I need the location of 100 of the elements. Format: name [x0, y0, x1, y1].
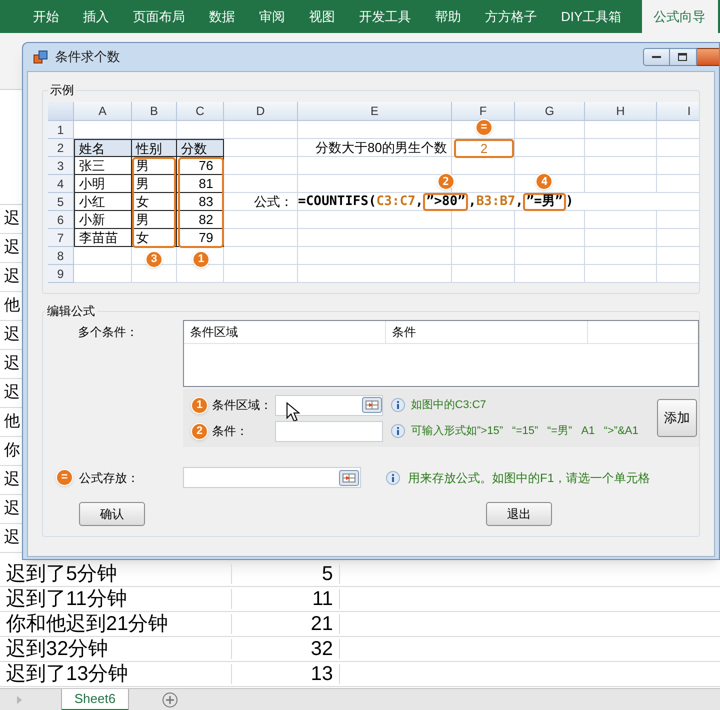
ribbon-tab[interactable]: 数据	[197, 0, 247, 33]
close-button[interactable]	[697, 48, 719, 66]
formula-text: )	[566, 192, 574, 211]
sheet-cell: 76	[177, 157, 224, 175]
column-header[interactable]: A	[74, 102, 132, 121]
sheet-cell	[585, 229, 657, 247]
sheet-cell: 分数	[177, 139, 224, 157]
maximize-button[interactable]	[670, 48, 697, 66]
cell-text: 迟到了5分钟	[0, 564, 232, 584]
cell-text: 迟	[4, 356, 20, 372]
cell-text: 迟到了13分钟	[0, 664, 232, 684]
ribbon-tab[interactable]: 审阅	[247, 0, 297, 33]
row-header[interactable]: 4	[48, 175, 74, 193]
sheet-cell	[515, 265, 585, 283]
number-badge: 4	[536, 172, 553, 190]
cell-text: 迟	[4, 211, 20, 227]
add-sheet-icon[interactable]	[162, 692, 178, 708]
cell-text: 迟	[4, 530, 20, 546]
cell-text: 迟	[4, 327, 20, 343]
sheet-tab[interactable]: Sheet6	[61, 688, 129, 710]
list-column-header[interactable]: 条件区域	[184, 321, 386, 344]
input-field[interactable]	[183, 467, 361, 488]
cell-text: 11	[232, 589, 340, 609]
conditions-list[interactable]: 条件区域 条件	[183, 320, 699, 387]
input-field[interactable]	[275, 420, 383, 442]
maximize-icon	[678, 52, 688, 62]
ribbon-tab[interactable]: 开发工具	[347, 0, 423, 33]
sheet-cell	[585, 121, 657, 139]
list-column-header[interactable]: 条件	[386, 321, 588, 344]
info-icon	[391, 398, 405, 412]
formula-text: =COUNTIFS(	[298, 192, 376, 211]
number-badge: 1	[191, 396, 208, 414]
sheet-cell: 性别	[132, 139, 177, 157]
sheet-cell	[515, 229, 585, 247]
formula-text: ,	[515, 192, 524, 211]
row-header[interactable]: 5	[48, 193, 74, 211]
sheet-cell: 女	[132, 229, 177, 247]
sheet-cell	[515, 247, 585, 265]
row-header[interactable]: 9	[48, 265, 74, 283]
sheet-cell: 79	[177, 229, 224, 247]
add-button[interactable]: 添加	[657, 399, 697, 437]
cell-text: 迟到了11分钟	[0, 589, 232, 609]
sheet-cell: 82	[177, 211, 224, 229]
sheet-cell: 小新	[74, 211, 132, 229]
hint-text: 可输入形式如”>15” “=15” “=男” A1 “>”&A1	[411, 424, 638, 439]
ribbon-tab[interactable]: DIY工具箱	[549, 0, 634, 33]
minimize-button[interactable]	[643, 48, 670, 66]
column-header[interactable]: F	[452, 102, 515, 121]
cell-text: 迟到32分钟	[0, 639, 232, 659]
column-header[interactable]: B	[132, 102, 177, 121]
sheet-cell: 81	[177, 175, 224, 193]
sheet-cell: 男	[132, 175, 177, 193]
sheet-cell	[452, 247, 515, 265]
sheet-cell: 分数大于80的男生个数	[298, 139, 452, 157]
sheet-cell	[452, 265, 515, 283]
cell-text: 迟	[4, 269, 20, 285]
app-icon	[33, 50, 49, 64]
sheet-cell: 姓名	[74, 139, 132, 157]
range-picker-icon[interactable]	[362, 397, 382, 413]
sheet-cell: 小红	[74, 193, 132, 211]
column-header[interactable]: D	[224, 102, 298, 121]
window-title: 条件求个数	[55, 48, 120, 66]
column-header[interactable]: C	[177, 102, 224, 121]
cell-reference: C3:C7	[376, 192, 416, 211]
row-header[interactable]: 6	[48, 211, 74, 229]
sheet-cell: 男	[132, 157, 177, 175]
group-title: 编辑公式	[46, 303, 96, 320]
sheet-cell	[585, 139, 657, 157]
sheet-cell	[452, 139, 515, 157]
cell-text: 32	[232, 639, 340, 659]
row-header[interactable]: 8	[48, 247, 74, 265]
ribbon-tab[interactable]: 方方格子	[473, 0, 549, 33]
ribbon-tab[interactable]: 开始	[21, 0, 71, 33]
number-badge: 2	[437, 172, 454, 190]
cell-text: 迟	[4, 501, 20, 517]
info-icon	[391, 424, 405, 438]
row-header[interactable]: 2	[48, 139, 74, 157]
range-picker-icon[interactable]	[339, 470, 359, 486]
cell-text: 5	[232, 564, 340, 584]
cell-text: 他	[4, 414, 20, 430]
formula-text: ,	[468, 192, 476, 211]
sheet-cell	[515, 139, 585, 157]
row-header[interactable]: 3	[48, 157, 74, 175]
row-header[interactable]: 7	[48, 229, 74, 247]
ribbon-tab[interactable]: 页面布局	[121, 0, 197, 33]
sheet-cell	[585, 247, 657, 265]
sheet-cell	[452, 157, 515, 175]
ribbon-tab[interactable]: 插入	[71, 0, 121, 33]
column-header[interactable]: H	[585, 102, 657, 121]
row-header[interactable]: 1	[48, 121, 74, 139]
ribbon-tab[interactable]: 视图	[297, 0, 347, 33]
dialog-button[interactable]: 确认	[79, 502, 145, 526]
column-header[interactable]: E	[298, 102, 452, 121]
ribbon-tab[interactable]: 公式向导	[642, 0, 718, 33]
column-header[interactable]: I	[657, 102, 699, 121]
column-header[interactable]: G	[515, 102, 585, 121]
ribbon-tab[interactable]: 帮助	[423, 0, 473, 33]
dialog-button[interactable]: 退出	[486, 502, 552, 526]
field-label: 公式存放：	[79, 470, 140, 486]
sheet-cell	[585, 175, 657, 193]
